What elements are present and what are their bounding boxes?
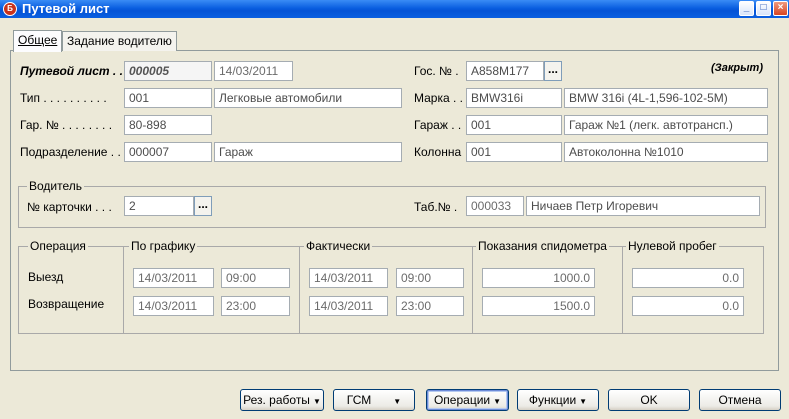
functions-button-label: Функции: [528, 393, 577, 407]
dropdown-arrow-icon: ▼: [393, 397, 402, 406]
return-scheduled-time[interactable]: 23:00: [221, 296, 290, 316]
plate-field[interactable]: А858М177: [466, 61, 544, 81]
close-button[interactable]: ×: [773, 1, 788, 16]
fuel-button-label: ГСМ: [346, 393, 372, 407]
card-browse-button[interactable]: ...: [194, 196, 212, 216]
separator: [299, 246, 300, 334]
column-code-field[interactable]: 001: [466, 142, 562, 162]
separator: [123, 246, 124, 334]
odometer-header: Показания спидометра: [476, 239, 609, 253]
operations-group: [18, 246, 764, 334]
type-label: Тип . . . . . . . . . .: [20, 91, 107, 105]
ok-button[interactable]: OK: [608, 389, 690, 411]
tab-general[interactable]: Общее: [13, 30, 63, 52]
results-button[interactable]: Рез. работы ▼: [240, 389, 324, 411]
type-name-field[interactable]: Легковые автомобили: [214, 88, 402, 108]
driver-group-label: Водитель: [27, 179, 85, 193]
column-name-field[interactable]: Автоколонна №1010: [564, 142, 768, 162]
actual-header: Фактически: [304, 239, 373, 253]
garage-no-field[interactable]: 80-898: [124, 115, 212, 135]
garage-label: Гараж . .: [414, 118, 462, 132]
division-code-field[interactable]: 000007: [124, 142, 212, 162]
departure-actual-time[interactable]: 09:00: [396, 268, 464, 288]
garage-no-label: Гар. № . . . . . . . .: [20, 118, 113, 132]
garage-name-field[interactable]: Гараж №1 (легк. автотрансп.): [564, 115, 768, 135]
scheduled-header: По графику: [129, 239, 198, 253]
division-label: Подразделение . .: [20, 145, 121, 159]
driver-name-field[interactable]: Ничаев Петр Игоревич: [526, 196, 760, 216]
tab-driver-task-label: Задание водителю: [67, 34, 172, 48]
dropdown-arrow-icon: ▼: [312, 397, 321, 406]
title-bar: Б Путевой лист _ □ ×: [0, 0, 789, 18]
separator: [622, 246, 623, 334]
window-title: Путевой лист: [22, 1, 110, 16]
type-code-field[interactable]: 001: [124, 88, 212, 108]
return-scheduled-date[interactable]: 14/03/2011: [133, 296, 214, 316]
departure-scheduled-time[interactable]: 09:00: [221, 268, 290, 288]
return-actual-time[interactable]: 23:00: [396, 296, 464, 316]
minimize-button[interactable]: _: [739, 1, 754, 16]
tab-number-field[interactable]: 000033: [466, 196, 524, 216]
column-label: Колонна: [414, 145, 462, 159]
departure-odometer[interactable]: 1000.0: [482, 268, 595, 288]
division-name-field[interactable]: Гараж: [214, 142, 402, 162]
return-odometer[interactable]: 1500.0: [482, 296, 595, 316]
operations-button-label: Операции: [433, 393, 491, 407]
card-label: № карточки . . .: [27, 200, 112, 214]
departure-scheduled-date[interactable]: 14/03/2011: [133, 268, 214, 288]
cancel-button[interactable]: Отмена: [699, 389, 781, 411]
plate-browse-button[interactable]: ...: [544, 61, 562, 81]
brand-code-field[interactable]: BMW316i: [466, 88, 562, 108]
waybill-number-field[interactable]: 000005: [124, 61, 212, 81]
results-button-label: Рез. работы: [243, 393, 310, 407]
dropdown-arrow-icon: ▼: [493, 397, 502, 406]
departure-actual-date[interactable]: 14/03/2011: [309, 268, 388, 288]
fuel-button[interactable]: ГСМ ▼: [333, 389, 415, 411]
garage-code-field[interactable]: 001: [466, 115, 562, 135]
departure-zero-run[interactable]: 0.0: [632, 268, 744, 288]
status-label: (Закрыт): [711, 62, 763, 74]
dropdown-arrow-icon: ▼: [579, 397, 588, 406]
row-departure-label: Выезд: [28, 270, 64, 284]
waybill-label: Путевой лист . .: [20, 64, 123, 78]
functions-button[interactable]: Функции ▼: [517, 389, 599, 411]
tab-general-label: Общее: [18, 33, 58, 47]
separator: [472, 246, 473, 334]
operation-header: Операция: [28, 239, 88, 253]
return-zero-run[interactable]: 0.0: [632, 296, 744, 316]
tab-driver-task[interactable]: Задание водителю: [62, 31, 177, 51]
brand-label: Марка . .: [414, 91, 464, 105]
zero-run-header: Нулевой пробег: [626, 239, 719, 253]
brand-name-field[interactable]: BMW 316i (4L-1,596-102-5M): [564, 88, 768, 108]
plate-label: Гос. № .: [414, 64, 459, 78]
operations-button[interactable]: Операции ▼: [426, 389, 509, 411]
card-number-field[interactable]: 2: [124, 196, 194, 216]
return-actual-date[interactable]: 14/03/2011: [309, 296, 388, 316]
maximize-button[interactable]: □: [756, 1, 771, 16]
waybill-date-field[interactable]: 14/03/2011: [214, 61, 293, 81]
app-icon: Б: [3, 2, 17, 16]
row-return-label: Возвращение: [28, 297, 105, 311]
tab-number-label: Таб.№ .: [414, 200, 458, 214]
